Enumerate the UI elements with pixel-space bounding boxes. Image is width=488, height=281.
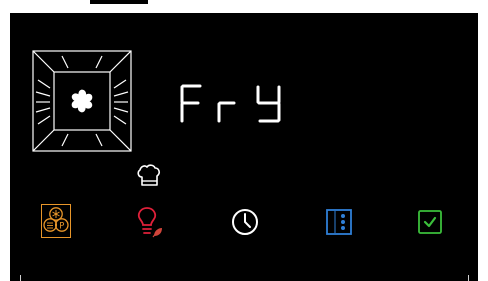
- checkmark-icon: [418, 210, 442, 234]
- program-button[interactable]: P: [41, 204, 71, 238]
- top-tab-notch: [90, 0, 148, 4]
- menu-dots-icon: [326, 209, 352, 235]
- clock-icon: [232, 209, 258, 235]
- clock-button[interactable]: [227, 204, 263, 240]
- mode-display: Fry: [180, 83, 292, 129]
- chef-hat-icon: [136, 163, 162, 193]
- program-icon: P: [43, 207, 69, 232]
- confirm-button[interactable]: [412, 204, 448, 240]
- frame-edge-left: [20, 275, 21, 281]
- frame-edge-right: [468, 275, 469, 281]
- segment-digits: [180, 84, 281, 123]
- light-bulb-icon: [137, 207, 162, 238]
- control-panel-display: Fry: [10, 13, 478, 281]
- menu-button[interactable]: [321, 204, 357, 240]
- light-button[interactable]: [131, 204, 167, 240]
- svg-text:P: P: [59, 222, 64, 232]
- oven-fan-icon: [32, 50, 132, 156]
